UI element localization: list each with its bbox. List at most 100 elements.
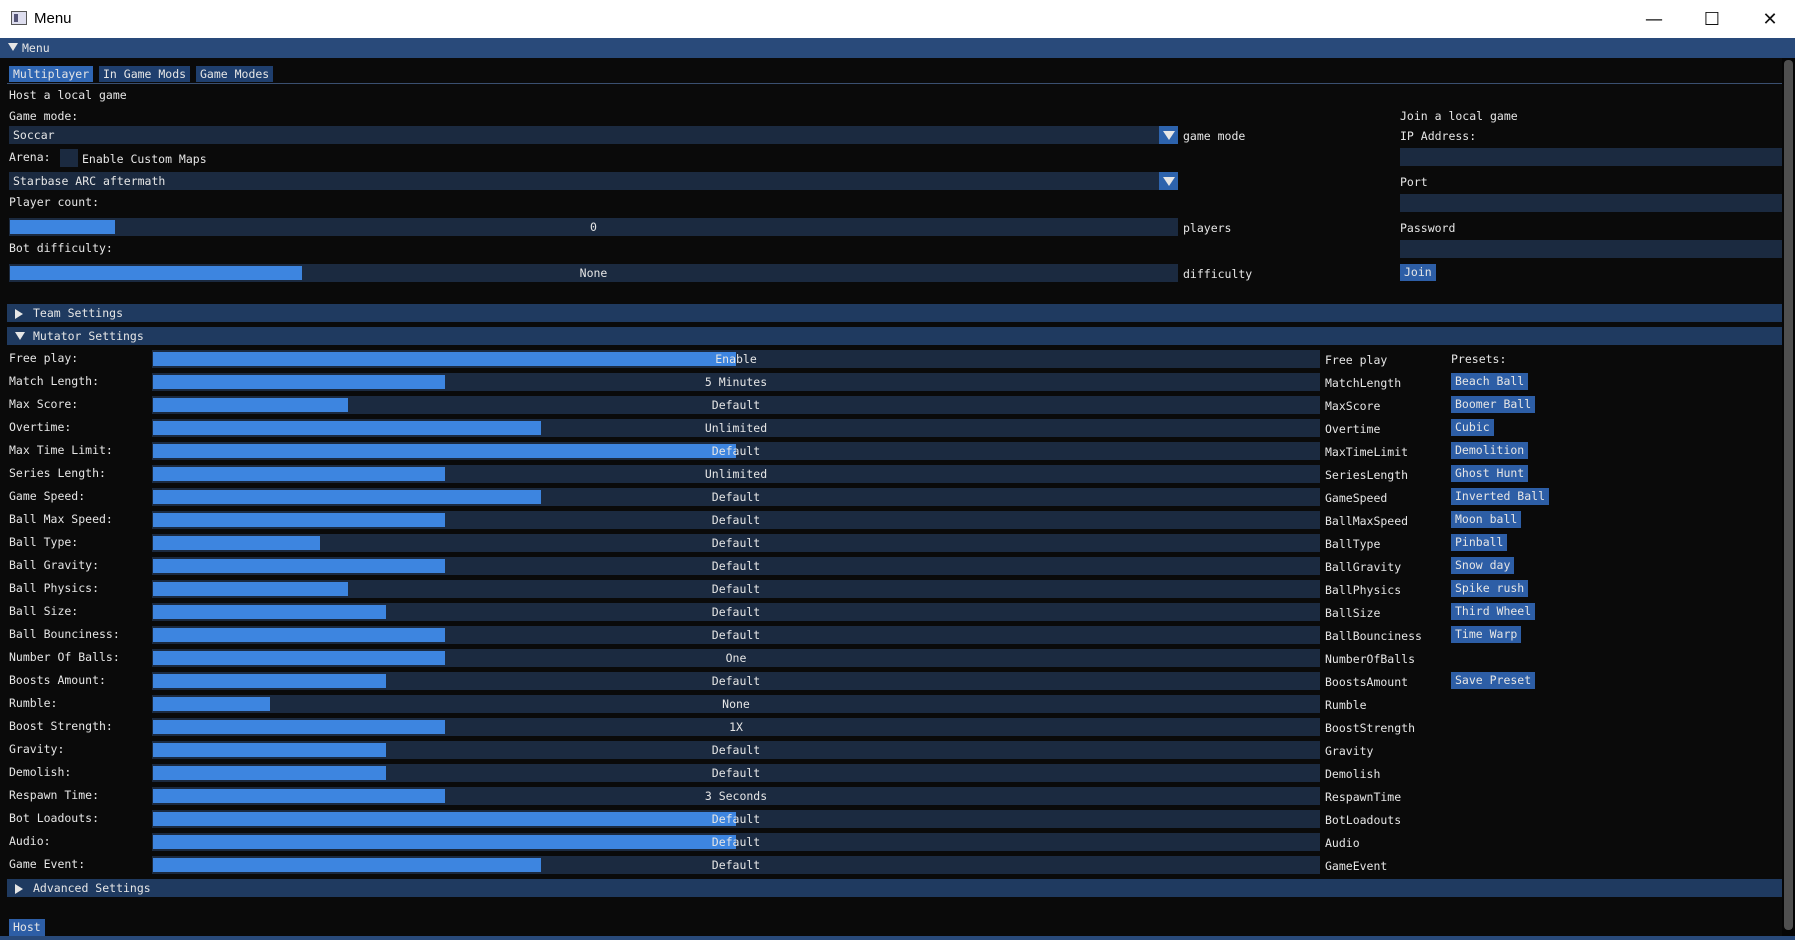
mutator-slider[interactable]: Default [152, 672, 1320, 690]
mutator-slider-value: Default [711, 444, 761, 458]
mutator-slider[interactable]: Default [152, 488, 1320, 506]
mutator-suffix: BoostsAmount [1325, 675, 1409, 689]
preset-button[interactable]: Time Warp [1451, 626, 1522, 643]
mutator-slider[interactable]: Enable [152, 350, 1320, 368]
mutator-slider[interactable]: 1X [152, 718, 1320, 736]
mutator-slider[interactable]: Default [152, 511, 1320, 529]
expand-arrow-icon [15, 309, 23, 319]
mutator-slider[interactable]: Default [152, 534, 1320, 552]
mutator-slider[interactable]: Default [152, 442, 1320, 460]
mutator-label: Series Length: [9, 466, 106, 480]
mutator-label: Ball Max Speed: [9, 512, 113, 526]
mutator-slider[interactable]: Default [152, 626, 1320, 644]
mutator-slider-value: Default [711, 398, 761, 412]
mutator-slider[interactable]: Default [152, 810, 1320, 828]
scrollbar[interactable] [1782, 58, 1795, 936]
port-input[interactable] [1400, 194, 1782, 212]
arena-combo[interactable]: Starbase ARC aftermath [9, 172, 1178, 190]
mutator-slider[interactable]: Unlimited [152, 419, 1320, 437]
preset-button[interactable]: Third Wheel [1451, 603, 1536, 620]
imgui-window-header[interactable]: Menu [0, 38, 1795, 58]
mutator-slider[interactable]: Unlimited [152, 465, 1320, 483]
preset-button[interactable]: Cubic [1451, 419, 1494, 436]
tab-in-game-mods[interactable]: In Game Mods [99, 66, 191, 82]
join-button[interactable]: Join [1400, 264, 1436, 281]
mutator-slider[interactable]: Default [152, 833, 1320, 851]
mutator-label: Audio: [9, 834, 51, 848]
mutator-slider-value: 3 Seconds [704, 789, 768, 803]
password-input[interactable] [1400, 240, 1782, 258]
mutator-slider[interactable]: Default [152, 741, 1320, 759]
mutator-suffix: MatchLength [1325, 376, 1402, 390]
mutator-slider[interactable]: Default [152, 764, 1320, 782]
ip-address-input[interactable] [1400, 148, 1782, 166]
preset-button[interactable]: Moon ball [1451, 511, 1522, 528]
save-preset-button[interactable]: Save Preset [1451, 672, 1536, 689]
mutator-label: Boosts Amount: [9, 673, 106, 687]
preset-button[interactable]: Demolition [1451, 442, 1529, 459]
game-mode-dropdown-icon[interactable] [1159, 126, 1178, 144]
mutator-suffix: GameSpeed [1325, 491, 1388, 505]
mutator-slider-value: Default [711, 766, 761, 780]
game-mode-suffix: game mode [1183, 129, 1246, 143]
host-heading: Host a local game [9, 88, 127, 102]
minimize-icon[interactable]: — [1625, 0, 1683, 38]
mutator-label: Ball Bounciness: [9, 627, 120, 641]
bot-difficulty-value: None [579, 266, 608, 280]
preset-button[interactable]: Boomer Ball [1451, 396, 1536, 413]
game-mode-combo[interactable]: Soccar [9, 126, 1178, 144]
preset-button[interactable]: Spike rush [1451, 580, 1529, 597]
mutator-slider-value: 5 Minutes [704, 375, 768, 389]
maximize-icon[interactable]: ☐ [1683, 0, 1741, 38]
mutator-suffix: BallMaxSpeed [1325, 514, 1409, 528]
preset-button[interactable]: Ghost Hunt [1451, 465, 1529, 482]
team-settings-label: Team Settings [33, 306, 124, 320]
collapse-arrow-icon[interactable] [8, 43, 18, 51]
mutator-slider[interactable]: Default [152, 557, 1320, 575]
mutator-label: Boost Strength: [9, 719, 113, 733]
host-button[interactable]: Host [9, 919, 45, 936]
mutator-slider[interactable]: None [152, 695, 1320, 713]
scrollbar-thumb[interactable] [1784, 60, 1793, 930]
presets-label: Presets: [1451, 352, 1507, 366]
mutator-label: Match Length: [9, 374, 100, 388]
mutator-slider[interactable]: Default [152, 856, 1320, 874]
mutator-slider-value: Enable [715, 352, 757, 366]
preset-button[interactable]: Beach Ball [1451, 373, 1529, 390]
preset-button[interactable]: Pinball [1451, 534, 1508, 551]
custom-maps-checkbox[interactable] [60, 149, 78, 167]
mutator-suffix: BallBounciness [1325, 629, 1422, 643]
player-count-slider[interactable]: 0 [9, 218, 1178, 236]
player-count-value: 0 [590, 220, 597, 234]
team-settings-header[interactable]: Team Settings [7, 304, 1783, 322]
mutator-slider-value: Default [711, 812, 761, 826]
mutator-suffix: MaxTimeLimit [1325, 445, 1409, 459]
arena-dropdown-icon[interactable] [1159, 172, 1178, 190]
mutator-slider[interactable]: Default [152, 396, 1320, 414]
mutator-label: Max Time Limit: [9, 443, 113, 457]
tab-multiplayer[interactable]: Multiplayer [9, 66, 94, 82]
mutator-slider-value: Default [711, 582, 761, 596]
mutator-slider-value: Default [711, 674, 761, 688]
mutator-label: Demolish: [9, 765, 72, 779]
mutator-label: Ball Type: [9, 535, 79, 549]
advanced-settings-header[interactable]: Advanced Settings [7, 879, 1783, 897]
mutator-slider[interactable]: Default [152, 580, 1320, 598]
player-count-suffix: players [1183, 221, 1232, 235]
mutator-slider-value: 1X [729, 720, 743, 734]
preset-button[interactable]: Inverted Ball [1451, 488, 1550, 505]
mutator-slider[interactable]: 3 Seconds [152, 787, 1320, 805]
mutator-suffix: Gravity [1325, 744, 1374, 758]
player-count-label: Player count: [9, 195, 100, 209]
close-icon[interactable]: ✕ [1741, 0, 1795, 38]
preset-button[interactable]: Snow day [1451, 557, 1515, 574]
mutator-slider[interactable]: One [152, 649, 1320, 667]
mutator-slider[interactable]: 5 Minutes [152, 373, 1320, 391]
bot-difficulty-slider[interactable]: None [9, 264, 1178, 282]
mutator-slider-value: Default [711, 559, 761, 573]
mutator-settings-header[interactable]: Mutator Settings [7, 327, 1783, 345]
mutator-suffix: Free play [1325, 353, 1388, 367]
mutator-slider[interactable]: Default [152, 603, 1320, 621]
tab-game-modes[interactable]: Game Modes [196, 66, 274, 82]
mutator-slider-value: Default [711, 743, 761, 757]
